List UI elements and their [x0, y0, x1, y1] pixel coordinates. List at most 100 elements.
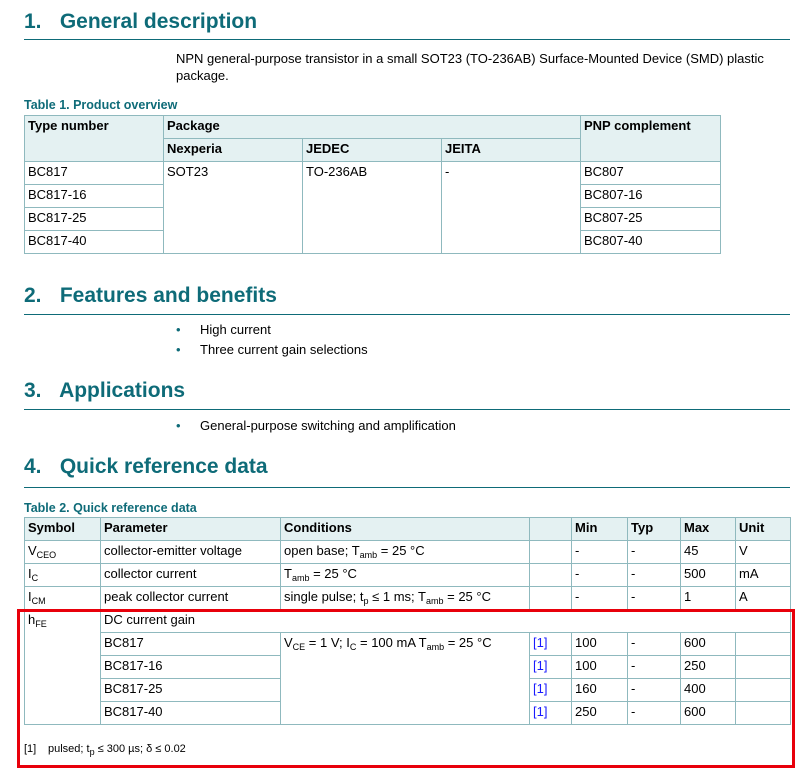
section-heading-features: 2. Features and benefits [24, 284, 277, 308]
typ-cell: - [627, 540, 681, 564]
divider [24, 409, 790, 410]
cond-text: = 1 V; I [305, 635, 350, 650]
section-heading-general-description: 1. General description [24, 10, 257, 34]
footnote-ref-link[interactable]: [1] [529, 632, 572, 656]
symbol-cell: hFE [24, 609, 101, 725]
unit-cell [735, 655, 791, 679]
section-number: 1. [24, 10, 42, 33]
table-row: BC817 VCE = 1 V; IC = 100 mA Tamb = 25 °… [25, 632, 791, 725]
header-typ: Typ [627, 517, 681, 541]
header-nexperia: Nexperia [163, 138, 303, 162]
table-header-row: Type number Package PNP complement [24, 115, 721, 162]
header-package: Package [163, 115, 581, 139]
typ-cell: - [627, 678, 681, 702]
unit-cell: A [735, 586, 791, 610]
header-parameter: Parameter [100, 517, 281, 541]
max-cell: 250 [680, 655, 736, 679]
section-title: Features and benefits [59, 284, 277, 307]
footnote-text: pulsed; t [48, 743, 90, 755]
nexperia-cell: SOT23 [163, 161, 303, 254]
divider [24, 314, 790, 315]
symbol-subscript: FE [35, 619, 47, 629]
header-unit: Unit [735, 517, 791, 541]
bullet-icon: • [176, 342, 181, 357]
unit-cell: V [735, 540, 791, 564]
cond-text: single pulse; t [284, 589, 364, 604]
max-cell: 600 [680, 701, 736, 725]
table2-caption: Table 2. Quick reference data [24, 501, 197, 515]
table-row: VCEO collector-emitter voltage open base… [24, 540, 791, 564]
type-cell: BC817-25 [24, 207, 164, 231]
table-footnote: [1] pulsed; tp ≤ 300 µs; δ ≤ 0.02 [24, 743, 186, 757]
typ-cell: - [627, 586, 681, 610]
type-cell: BC817-40 [24, 230, 164, 254]
parameter-cell: peak collector current [100, 586, 281, 610]
typ-cell: - [627, 563, 681, 587]
section-number: 4. [24, 455, 42, 478]
header-jeita: JEITA [441, 138, 581, 162]
symbol-cell: VCEO [24, 540, 101, 564]
cond-text: open base; T [284, 543, 360, 558]
divider [24, 487, 790, 488]
parameter-cell: collector-emitter voltage [100, 540, 281, 564]
cond-text: T [284, 566, 292, 581]
symbol-cell: ICM [24, 586, 101, 610]
cond-text: V [284, 635, 293, 650]
cond-text: = 25 °C [309, 566, 357, 581]
list-item: • Three current gain selections [176, 342, 368, 357]
min-cell: - [571, 563, 628, 587]
jeita-cell: - [441, 161, 581, 254]
min-cell: 100 [571, 655, 628, 679]
type-cell: BC817-25 [100, 678, 281, 702]
bullet-icon: • [176, 418, 181, 433]
bullet-icon: • [176, 322, 181, 337]
notes-cell [529, 563, 572, 587]
pnp-cell: BC807 [580, 161, 721, 185]
table-row-hfe: hFE DC current gain [24, 609, 791, 725]
jedec-cell: TO-236AB [302, 161, 442, 254]
footnote-ref-link[interactable]: [1] [529, 678, 572, 702]
header-jedec: JEDEC [302, 138, 442, 162]
typ-cell: - [627, 632, 681, 656]
max-cell: 600 [680, 632, 736, 656]
list-item-text: High current [200, 322, 271, 337]
section-number: 2. [24, 284, 42, 307]
type-cell: BC817 [24, 161, 164, 185]
cond-text: ≤ 1 ms; T [368, 589, 426, 604]
table-row: ICM peak collector current single pulse;… [24, 586, 791, 610]
list-item-text: Three current gain selections [200, 342, 368, 357]
cond-sub: amb [359, 550, 378, 560]
conditions-cell: Tamb = 25 °C [280, 563, 530, 587]
header-notes [529, 517, 572, 541]
conditions-cell: VCE = 1 V; IC = 100 mA Tamb = 25 °C [280, 632, 530, 725]
type-cell: BC817 [100, 632, 281, 656]
max-cell: 45 [680, 540, 736, 564]
section-title: Quick reference data [59, 455, 268, 478]
footnote-ref-link[interactable]: [1] [529, 701, 572, 725]
header-type-number: Type number [24, 115, 164, 162]
symbol-subscript: CEO [36, 550, 57, 560]
max-cell: 500 [680, 563, 736, 587]
pnp-cell: BC807-40 [580, 230, 721, 254]
section-title: Applications [59, 379, 186, 402]
symbol: V [28, 543, 37, 558]
conditions-cell: single pulse; tp ≤ 1 ms; Tamb = 25 °C [280, 586, 530, 610]
symbol-subscript: CM [31, 596, 46, 606]
min-cell: 160 [571, 678, 628, 702]
notes-cell [529, 586, 572, 610]
typ-cell: - [627, 701, 681, 725]
symbol-subscript: C [31, 573, 39, 583]
table-row: BC817 SOT23 TO-236AB - BC807 [24, 161, 721, 254]
footnote-ref-link[interactable]: [1] [529, 655, 572, 679]
symbol-cell: IC [24, 563, 101, 587]
cond-sub: amb [425, 596, 444, 606]
table-header-row: Symbol Parameter Conditions Min Typ Max … [24, 517, 791, 541]
list-item: • General-purpose switching and amplifica… [176, 418, 456, 433]
parameter-cell: collector current [100, 563, 281, 587]
notes-cell [529, 540, 572, 564]
unit-cell [735, 678, 791, 702]
cond-sub: CE [292, 642, 306, 652]
table1-caption: Table 1. Product overview [24, 98, 178, 112]
conditions-cell: open base; Tamb = 25 °C [280, 540, 530, 564]
pnp-cell: BC807-25 [580, 207, 721, 231]
